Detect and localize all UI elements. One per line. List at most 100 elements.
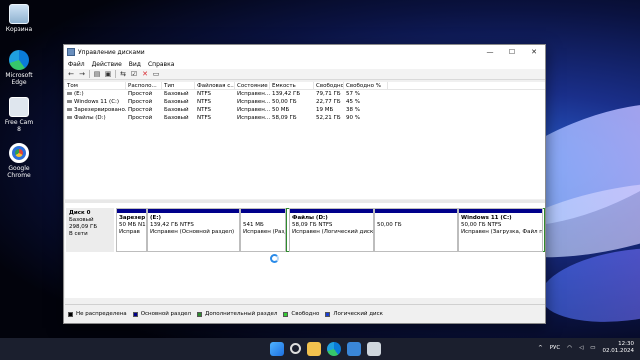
column-header[interactable]: Располо... [126, 81, 162, 90]
cell-type: Базовый [164, 107, 189, 113]
file-explorer-icon[interactable] [307, 342, 321, 356]
help-icon[interactable]: ▣ [104, 70, 112, 78]
partition-reserved[interactable]: Зарезер 50 МБ N1 Исправ [116, 208, 147, 252]
cell-status: Исправен... [237, 115, 270, 121]
legend-item: Не распределена [68, 311, 127, 317]
window-title: Управление дисками [78, 48, 145, 56]
column-header[interactable]: Том [65, 81, 126, 90]
disk-map: Диск 0 Базовый 298,09 ГБ В сети Зарезер … [65, 203, 545, 298]
column-header[interactable]: Состояние [235, 81, 270, 90]
cell-capacity: 139,42 ГБ [272, 91, 301, 97]
table-row[interactable]: Windows 11 (C:) Простой Базовый NTFS Исп… [65, 98, 545, 106]
toolbar-separator [89, 70, 90, 78]
partition-name: Windows 11 (C:) [461, 215, 512, 221]
edge-icon[interactable] [327, 342, 341, 356]
cell-type: Базовый [164, 99, 189, 105]
partition-e[interactable]: (E:) 139,42 ГБ NTFS Исправен (Основной р… [147, 208, 240, 252]
rescan-icon[interactable]: ⇆ [119, 70, 127, 78]
table-row[interactable]: Файлы (D:) Простой Базовый NTFS Исправен… [65, 114, 545, 122]
cell-volume: (E:) [65, 91, 126, 97]
legend-swatch [325, 311, 331, 317]
menu-action[interactable]: Действие [92, 61, 122, 68]
cell-volume: Файлы (D:) [65, 115, 126, 121]
store-icon[interactable] [347, 342, 361, 356]
legend-label: Дополнительный раздел [205, 311, 278, 317]
partition-unnamed[interactable]: 50,00 ГБ [374, 208, 458, 252]
column-header[interactable]: Емкость [270, 81, 314, 90]
clock-time: 12:30 [618, 341, 634, 347]
cell-status: Исправен... [237, 91, 270, 97]
cell-type: Базовый [164, 115, 189, 121]
legend-swatch [68, 311, 73, 317]
title-bar[interactable]: Управление дисками — ☐ ✕ [64, 45, 545, 59]
loading-spinner-icon [270, 254, 279, 263]
desktop-icon-label: Корзина [5, 26, 33, 33]
clock[interactable]: 12:30 02.01.2024 [603, 341, 635, 355]
legend-item: Основной раздел [132, 311, 192, 317]
partition-size: 541 МБ [243, 222, 264, 228]
disk-label[interactable]: Диск 0 Базовый 298,09 ГБ В сети [66, 208, 114, 252]
maximize-button[interactable]: ☐ [501, 45, 523, 59]
wifi-icon[interactable]: ◠ [567, 345, 572, 351]
menu-bar: Файл Действие Вид Справка [64, 59, 545, 69]
column-header[interactable]: Свободно... [314, 81, 344, 90]
desktop-icon-label: Google Chrome [7, 165, 31, 179]
disk-management-icon[interactable] [367, 342, 381, 356]
delete-icon[interactable]: ✕ [141, 70, 149, 78]
desktop-icon-freecam[interactable]: Free Cam 8 [2, 97, 36, 133]
forward-icon[interactable]: → [78, 70, 86, 78]
table-row[interactable]: (E:) Простой Базовый NTFS Исправен... 13… [65, 90, 545, 98]
toolbar: ← → ▤ ▣ ⇆ ☑ ✕ ▭ [64, 69, 545, 80]
properties-icon[interactable]: ▭ [152, 70, 160, 78]
taskbar-apps [270, 342, 387, 356]
chevron-up-icon[interactable]: ^ [538, 345, 543, 351]
volume-icon[interactable]: ◁ [579, 345, 583, 351]
clock-date: 02.01.2024 [602, 348, 635, 354]
desktop-icon-label: Microsoft Edge [5, 72, 33, 86]
cell-free: 22,77 ГБ [316, 99, 341, 105]
desktop-icon-chrome[interactable]: Google Chrome [2, 143, 36, 179]
close-button[interactable]: ✕ [523, 45, 545, 59]
partition-c[interactable]: Windows 11 (C:) 50,00 ГБ NTFS Исправен (… [458, 208, 543, 252]
partition-recovery[interactable]: 541 МБ Исправен (Разде [240, 208, 286, 252]
cell-capacity: 58,09 ГБ [272, 115, 297, 121]
cell-filesystem: NTFS [197, 107, 212, 113]
cell-capacity: 50,00 ГБ [272, 99, 297, 105]
legend-label: Основной раздел [140, 311, 192, 317]
legend-item: Логический диск [325, 311, 383, 317]
legend-label: Свободно [291, 311, 320, 317]
menu-help[interactable]: Справка [148, 61, 174, 68]
legend-label: Не распределена [76, 311, 127, 317]
back-icon[interactable]: ← [67, 70, 75, 78]
battery-icon[interactable]: ▭ [590, 345, 595, 351]
legend: Не распределена Основной раздел Дополнит… [65, 304, 545, 323]
edge-icon [9, 50, 29, 70]
menu-view[interactable]: Вид [129, 61, 141, 68]
taskbar: ^ РУС ◠ ◁ ▭ 12:30 02.01.2024 [0, 338, 640, 360]
column-header[interactable]: Свободно % [344, 81, 388, 90]
cell-free-percent: 38 % [346, 107, 360, 113]
list-icon[interactable]: ▤ [93, 70, 101, 78]
partition-size: 50,00 ГБ NTFS [461, 222, 502, 228]
cell-free-percent: 45 % [346, 99, 360, 105]
partition-name: Зарезер [119, 215, 146, 221]
table-row[interactable]: Зарезервировано... Простой Базовый NTFS … [65, 106, 545, 114]
column-header[interactable]: Файловая с... [195, 81, 235, 90]
language-indicator[interactable]: РУС [550, 345, 561, 351]
check-icon[interactable]: ☑ [130, 70, 138, 78]
cell-layout: Простой [128, 107, 153, 113]
partition-d[interactable]: Файлы (D:) 58,09 ГБ NTFS Исправен (Логич… [289, 208, 374, 252]
partition-size: 50 МБ N1 [119, 222, 146, 228]
cell-filesystem: NTFS [197, 115, 212, 121]
desktop-icon-recycle-bin[interactable]: Корзина [2, 4, 36, 33]
volume-list: Том Располо... Тип Файловая с... Состоян… [65, 81, 545, 199]
desktop-icon-edge[interactable]: Microsoft Edge [2, 50, 36, 86]
menu-file[interactable]: Файл [68, 61, 85, 68]
minimize-button[interactable]: — [479, 45, 501, 59]
column-header[interactable]: Тип [162, 81, 195, 90]
legend-label: Логический диск [333, 311, 383, 317]
legend-swatch [283, 311, 289, 317]
start-icon[interactable] [270, 342, 284, 356]
search-icon[interactable] [290, 343, 301, 354]
cell-volume: Windows 11 (C:) [65, 99, 126, 105]
